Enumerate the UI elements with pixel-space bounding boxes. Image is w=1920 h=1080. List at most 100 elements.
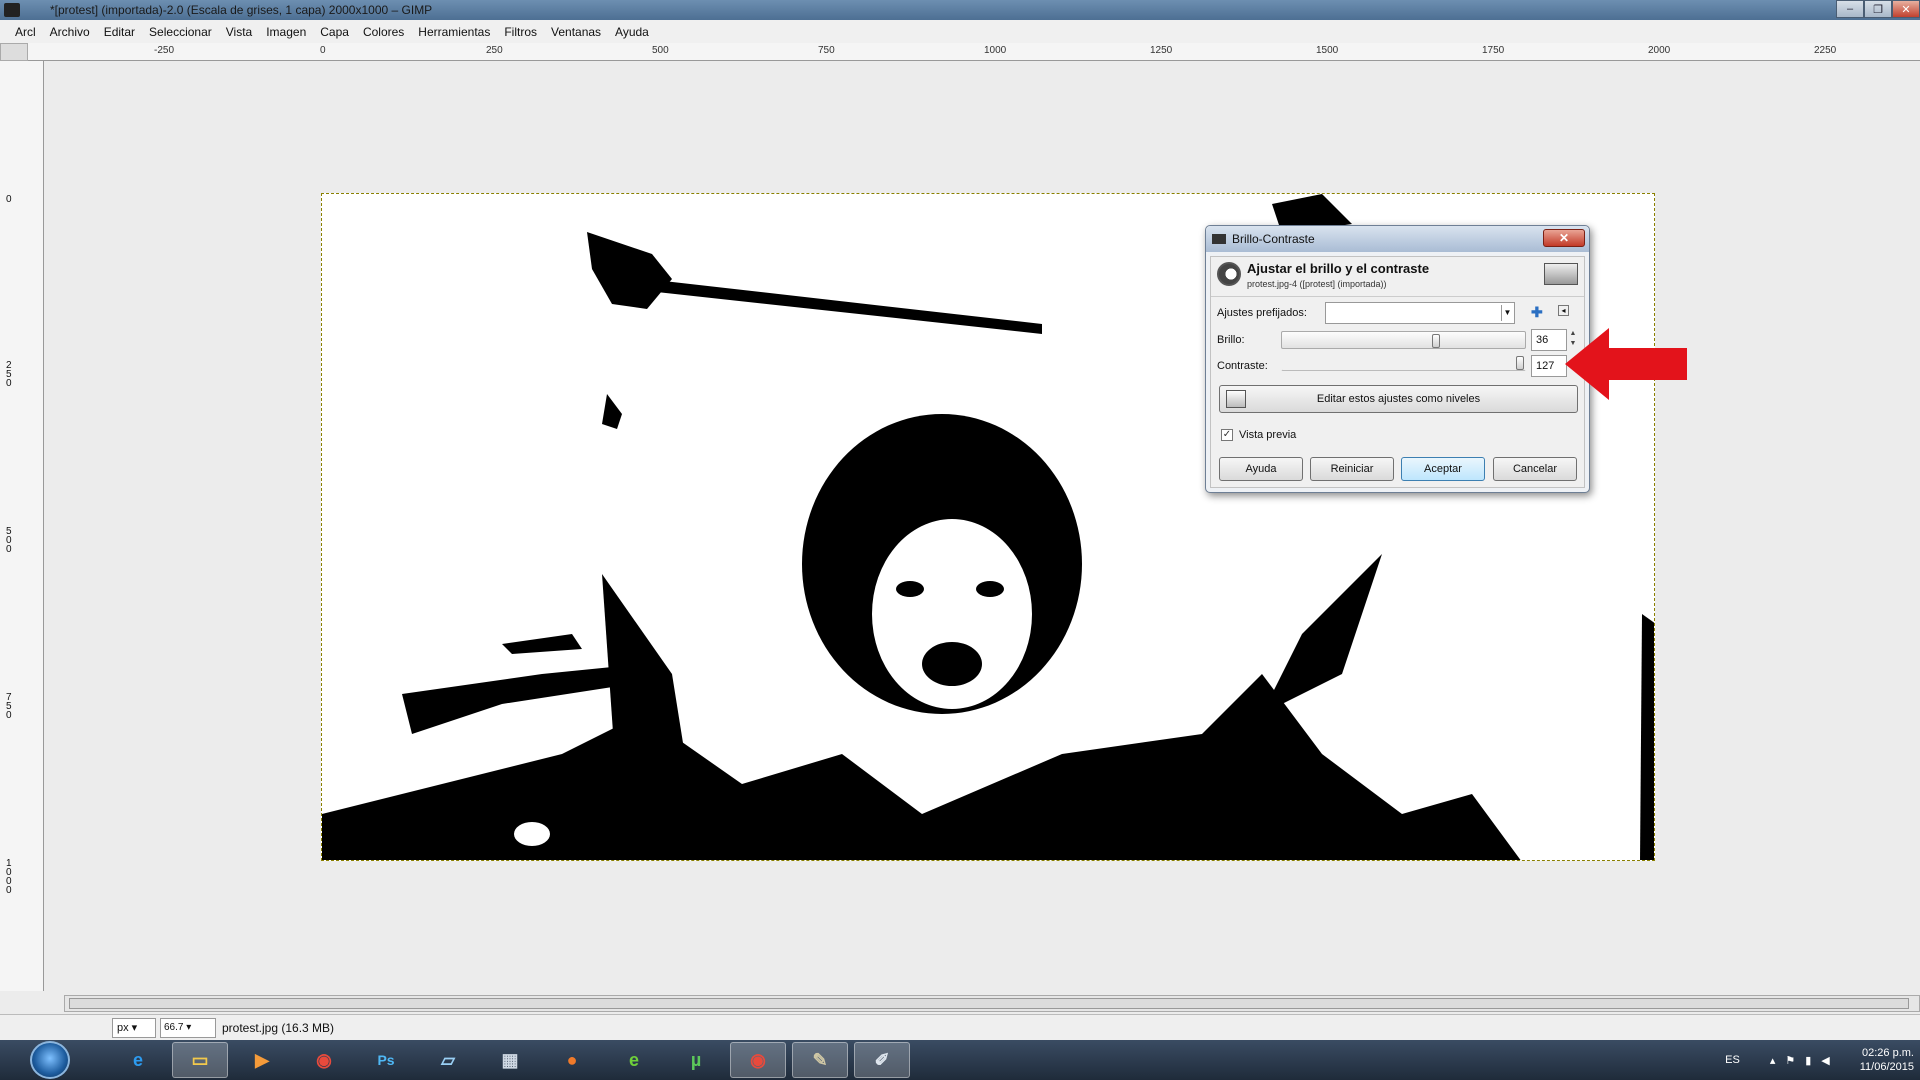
v-ruler-label: 5 0 0 — [6, 526, 12, 555]
chrome-icon[interactable]: ◉ — [296, 1042, 352, 1078]
minimize-icon[interactable]: – — [1836, 0, 1864, 18]
volume-icon[interactable]: ◀ — [1821, 1054, 1829, 1067]
language-indicator[interactable]: ES — [1725, 1054, 1740, 1066]
unit-select[interactable]: px ▾ — [112, 1017, 156, 1038]
menu-capa[interactable]: Capa — [313, 25, 356, 39]
h-ruler-label: 1750 — [1482, 45, 1505, 56]
brightness-slider[interactable] — [1281, 331, 1526, 349]
utorrent-icon[interactable]: µ — [668, 1042, 724, 1078]
h-ruler-label: 1250 — [1150, 45, 1173, 56]
levels-icon — [1226, 390, 1246, 408]
preview-checkbox[interactable]: ✓ — [1221, 429, 1233, 441]
paint-icon[interactable]: ✐ — [854, 1042, 910, 1078]
system-tray: ES ▴ ⚑ ▮ ◀ 02:26 p.m. 11/06/2015 — [1725, 1040, 1920, 1080]
h-ruler-label: 750 — [818, 45, 835, 56]
menu-seleccionar[interactable]: Seleccionar — [142, 25, 219, 39]
media-player-icon[interactable]: ▶ — [234, 1042, 290, 1078]
contrast-label: Contraste: — [1217, 360, 1268, 372]
zoom-value: 66.7 — [164, 1021, 184, 1033]
dialog-title: Brillo-Contraste — [1232, 232, 1315, 246]
h-ruler-label: 2000 — [1648, 45, 1671, 56]
v-ruler-label: 0 — [6, 194, 12, 205]
vertical-ruler[interactable]: 0 2 5 0 5 0 0 7 5 0 1 0 0 0 — [0, 61, 44, 991]
zoom-select[interactable]: 66.7 ▾ — [160, 1017, 216, 1038]
chrome-window-icon[interactable]: ◉ — [730, 1042, 786, 1078]
brightness-contrast-dialog: Brillo-Contraste ✕ Ajustar el brillo y e… — [1205, 225, 1590, 493]
dialog-heading: Ajustar el brillo y el contraste — [1247, 261, 1430, 276]
presets-label: Ajustes prefijados: — [1217, 307, 1307, 319]
photoshop-icon[interactable]: Ps — [358, 1042, 414, 1078]
taskbar: e ▭ ▶ ◉ Ps ▱ ▦ ● e µ ◉ ✎ ✐ ES ▴ ⚑ ▮ ◀ 02… — [0, 1040, 1920, 1080]
menu-vista[interactable]: Vista — [219, 25, 259, 39]
preview-label: Vista previa — [1239, 429, 1297, 441]
clock[interactable]: 02:26 p.m. 11/06/2015 — [1860, 1046, 1914, 1074]
brightness-label: Brillo: — [1217, 334, 1245, 346]
scrollbar-thumb[interactable] — [69, 998, 1909, 1009]
window-titlebar: *[protest] (importada)-2.0 (Escala de gr… — [0, 0, 1920, 20]
contrast-slider-handle[interactable] — [1516, 356, 1524, 370]
red-arrow-icon — [1565, 328, 1687, 400]
unit-value: px — [117, 1021, 129, 1034]
contrast-slider[interactable] — [1281, 356, 1526, 371]
status-bar: px ▾ 66.7 ▾ protest.jpg (16.3 MB) — [0, 1014, 1920, 1040]
image-thumbnail-icon — [1544, 263, 1578, 285]
ruler-corner[interactable] — [0, 43, 28, 61]
horizontal-ruler[interactable]: -250 0 250 500 750 1000 1250 1500 1750 2… — [28, 43, 1920, 61]
network-icon[interactable]: ▮ — [1805, 1054, 1811, 1067]
menu-herramientas[interactable]: Herramientas — [411, 25, 497, 39]
gimp-app-icon — [4, 3, 20, 17]
file-explorer-icon[interactable]: ▭ — [172, 1042, 228, 1078]
presets-select[interactable] — [1325, 302, 1515, 324]
notepad-icon[interactable]: ▱ — [420, 1042, 476, 1078]
dialog-titlebar[interactable]: Brillo-Contraste ✕ — [1206, 226, 1589, 252]
clock-time: 02:26 p.m. — [1862, 1047, 1914, 1059]
gimp-taskbar-icon[interactable]: ✎ — [792, 1042, 848, 1078]
menu-archivo[interactable]: Archivo — [43, 25, 97, 39]
edit-as-levels-label: Editar estos ajustes como niveles — [1316, 393, 1481, 405]
firefox-icon[interactable]: ● — [544, 1042, 600, 1078]
ok-button[interactable]: Aceptar — [1401, 457, 1485, 481]
v-ruler-label: 1 0 0 0 — [6, 858, 12, 896]
restore-icon[interactable]: ❐ — [1864, 0, 1892, 18]
reset-button[interactable]: Reiniciar — [1310, 457, 1394, 481]
brightness-slider-handle[interactable] — [1432, 334, 1440, 348]
menu-editar[interactable]: Editar — [97, 25, 142, 39]
menu-filtros[interactable]: Filtros — [497, 25, 544, 39]
h-ruler-label: -250 — [154, 45, 175, 56]
start-button-icon[interactable] — [30, 1041, 70, 1079]
add-preset-icon[interactable]: ✚ — [1531, 305, 1543, 319]
menu-ventanas[interactable]: Ventanas — [544, 25, 608, 39]
contrast-input[interactable]: 127 — [1531, 355, 1567, 377]
dialog-app-icon — [1212, 234, 1226, 244]
flag-icon[interactable]: ⚑ — [1785, 1054, 1795, 1067]
internet-explorer-icon[interactable]: e — [110, 1042, 166, 1078]
dialog-body: Ajustar el brillo y el contraste protest… — [1210, 256, 1585, 488]
chevron-down-icon[interactable]: ▼ — [1501, 305, 1513, 321]
h-ruler-label: 0 — [320, 45, 326, 56]
v-ruler-label: 7 5 0 — [6, 692, 12, 721]
menu-ayuda[interactable]: Ayuda — [608, 25, 656, 39]
close-window-icon[interactable]: ✕ — [1892, 0, 1920, 18]
menu-colores[interactable]: Colores — [356, 25, 411, 39]
v-ruler-label: 2 5 0 — [6, 360, 12, 389]
dialog-close-icon[interactable]: ✕ — [1543, 229, 1585, 247]
dialog-header: Ajustar el brillo y el contraste protest… — [1211, 257, 1584, 297]
preset-menu-icon[interactable]: ◂ — [1558, 305, 1569, 316]
brightness-contrast-icon — [1217, 262, 1241, 286]
calculator-icon[interactable]: ▦ — [482, 1042, 538, 1078]
window-title: *[protest] (importada)-2.0 (Escala de gr… — [50, 3, 433, 17]
menu-bar: Arcl Archivo Editar Seleccionar Vista Im… — [0, 20, 1920, 43]
cancel-button[interactable]: Cancelar — [1493, 457, 1577, 481]
h-ruler-label: 2250 — [1814, 45, 1837, 56]
menu-imagen[interactable]: Imagen — [259, 25, 313, 39]
horizontal-scrollbar[interactable] — [64, 995, 1920, 1012]
file-info: protest.jpg (16.3 MB) — [222, 1020, 335, 1035]
download-manager-icon[interactable]: e — [606, 1042, 662, 1078]
brightness-input[interactable]: 36 — [1531, 329, 1567, 351]
h-ruler-label: 1000 — [984, 45, 1007, 56]
edit-as-levels-button[interactable]: Editar estos ajustes como niveles — [1219, 385, 1578, 413]
help-button[interactable]: Ayuda — [1219, 457, 1303, 481]
clock-date: 11/06/2015 — [1859, 1061, 1914, 1073]
menu-arcl[interactable]: Arcl — [8, 25, 43, 39]
tray-expand-icon[interactable]: ▴ — [1770, 1054, 1776, 1067]
